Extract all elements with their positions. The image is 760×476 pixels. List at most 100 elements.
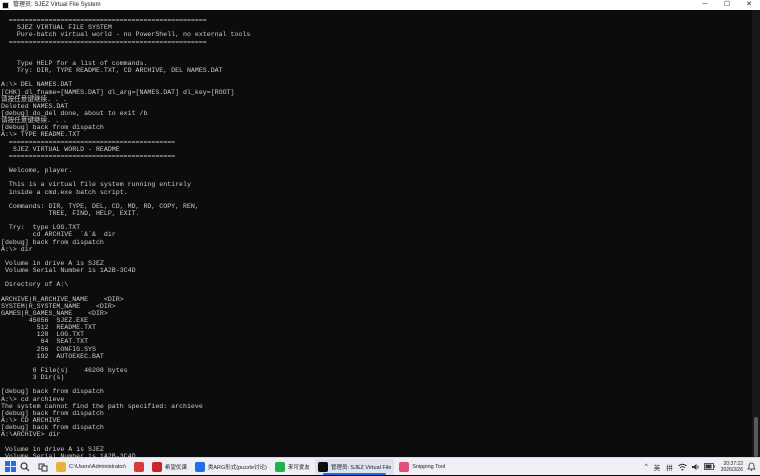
app-label: C:\Users\Administrator\	[69, 463, 126, 470]
console-line: Volume in drive A is SJEZ	[1, 445, 104, 453]
system-tray: ^ 英 拼 20:37:22 2026/3/26	[642, 458, 760, 476]
app-icon	[194, 461, 205, 472]
console-line: inside a cmd.exe batch script.	[1, 188, 128, 196]
app-icon	[274, 461, 285, 472]
console-line: A:\> cd archieve	[1, 395, 65, 403]
app-icon	[151, 461, 162, 472]
console-line: SJEZ VIRTUAL FILE SYSTEM	[1, 24, 112, 32]
console-line: 192 AUTOEXEC.BAT	[1, 352, 104, 360]
console-line: A:\> DEL NAMES.DAT	[1, 81, 73, 89]
maximize-button[interactable]: ☐	[716, 0, 738, 10]
taskbar-app-2[interactable]: 希望优课	[149, 459, 190, 475]
taskbar-app-4[interactable]: 来可爱友	[272, 459, 313, 475]
app-icon	[317, 461, 328, 472]
notification-bell-icon[interactable]	[747, 462, 756, 471]
taskbar-app-1[interactable]	[131, 459, 147, 475]
taskbar-app-0[interactable]: C:\Users\Administrator\	[53, 459, 129, 475]
console-line: [debug] back from dispatch	[1, 388, 104, 396]
wifi-icon[interactable]	[677, 463, 687, 471]
console-line: 128 LOG.TXT	[1, 331, 85, 339]
console-line: [debug] back from dispatch	[1, 238, 104, 246]
console-line: Type HELP for a list of commands.	[1, 59, 148, 67]
speaker-icon[interactable]	[691, 463, 700, 471]
taskbar-apps: C:\Users\Administrator\ 希望优课 类ARG形式(puzzle…	[52, 458, 449, 475]
console-line: 请按任意键继续. . .	[1, 95, 67, 103]
minimize-button[interactable]: ─	[694, 0, 716, 10]
console-line: 256 CONFIG.SYS	[1, 345, 96, 353]
console-line: ========================================…	[1, 38, 207, 46]
console-line: GAMES|R_GAMES_NAME <DIR>	[1, 309, 108, 317]
console-line: Try: type LOG.TXT	[1, 224, 81, 232]
windows-logo-pane-icon	[5, 467, 10, 472]
console-line: 512 README.TXT	[1, 324, 96, 332]
search-icon	[20, 461, 30, 471]
clock[interactable]: 20:37:22 2026/3/26	[721, 461, 743, 473]
windows-logo-pane-icon	[5, 461, 10, 466]
console-line: Try: DIR, TYPE README.TXT, CD ARCHIVE, D…	[1, 67, 223, 75]
console-line: ARCHIVE|R_ARCHIVE_NAME <DIR>	[1, 295, 124, 303]
console-line: cd ARCHIVE `&`& dir	[1, 231, 116, 239]
show-hidden-icons-chevron-icon[interactable]: ^	[645, 463, 648, 470]
search-button[interactable]	[19, 461, 31, 473]
app-icon	[399, 461, 410, 472]
console-line: 45056 SJEZ.EXE	[1, 317, 89, 325]
taskbar-app-3[interactable]: 类ARG形式(puzzle讨论)	[192, 459, 270, 475]
windows-logo-pane-icon	[11, 461, 16, 466]
console-line: A:\> dir	[1, 245, 33, 253]
console-line: Welcome, player.	[1, 167, 73, 175]
console-line: SJEZ VIRTUAL WORLD - README	[1, 145, 120, 153]
console-line: [debug] back from dispatch	[1, 124, 104, 132]
console-line: Directory of A:\	[1, 281, 69, 289]
console-line: Volume in drive A is SJEZ	[1, 259, 104, 267]
console-line: [debug] back from dispatch	[1, 424, 104, 432]
console-line: [CHK] dl_fname=[NAMES.DAT] dl_arg=[NAMES…	[1, 88, 235, 96]
console-line: Commands: DIR, TYPE, DEL, CD, MD, RD, CO…	[1, 202, 199, 210]
ime-language-indicator[interactable]: 英	[654, 462, 661, 472]
task-view-icon	[38, 463, 48, 471]
window-title: 管理员: SJEZ Virtual File System	[13, 2, 101, 8]
battery-icon[interactable]	[703, 463, 715, 470]
console-line: This is a virtual file system running en…	[1, 181, 191, 189]
start-button[interactable]	[5, 461, 16, 472]
windows-logo-pane-icon	[11, 467, 16, 472]
console-line: 请按任意键继续. . .	[1, 117, 67, 125]
scrollbar-thumb[interactable]	[754, 417, 758, 457]
console-line: 3 Dir(s)	[1, 374, 65, 382]
console-line: 6 File(s) 46208 bytes	[1, 367, 128, 375]
console-line: ========================================…	[1, 17, 207, 25]
console-line: 64 SEAT.TXT	[1, 338, 89, 346]
console-line: A:\> TYPE README.TXT	[1, 131, 81, 139]
vertical-scrollbar[interactable]	[752, 10, 760, 457]
taskbar-app-5[interactable]: 管理员: SJEZ Virtual File	[314, 458, 395, 475]
app-icon	[133, 461, 144, 472]
app-label: 来可爱友	[287, 464, 310, 471]
console-line: Pure-batch virtual world - no PowerShell…	[1, 31, 251, 39]
console-line: The system cannot find the path specifie…	[1, 402, 203, 410]
close-button[interactable]: ✕	[738, 0, 760, 10]
ime-mode-indicator[interactable]: 拼	[666, 462, 673, 472]
console-line: ========================================…	[1, 152, 176, 160]
console-line: TREE, FIND, HELP, EXIT.	[1, 209, 140, 217]
app-label: 类ARG形式(puzzle讨论)	[207, 464, 267, 471]
title-bar[interactable]: 管理员: SJEZ Virtual File System ─ ☐ ✕	[0, 0, 760, 10]
taskbar-app-6[interactable]: Snipping Tool	[396, 459, 448, 475]
task-view-button[interactable]	[37, 461, 49, 473]
console-line: A:\ARCHIVE> dir	[1, 431, 61, 439]
window-controls: ─ ☐ ✕	[694, 0, 760, 10]
console-output[interactable]: ========================================…	[0, 10, 752, 457]
console-line: Deleted NAMES.DAT	[1, 102, 69, 110]
console-window-icon	[2, 1, 9, 9]
console-line: SYSTEM|R_SYSTEM_NAME <DIR>	[1, 302, 116, 310]
